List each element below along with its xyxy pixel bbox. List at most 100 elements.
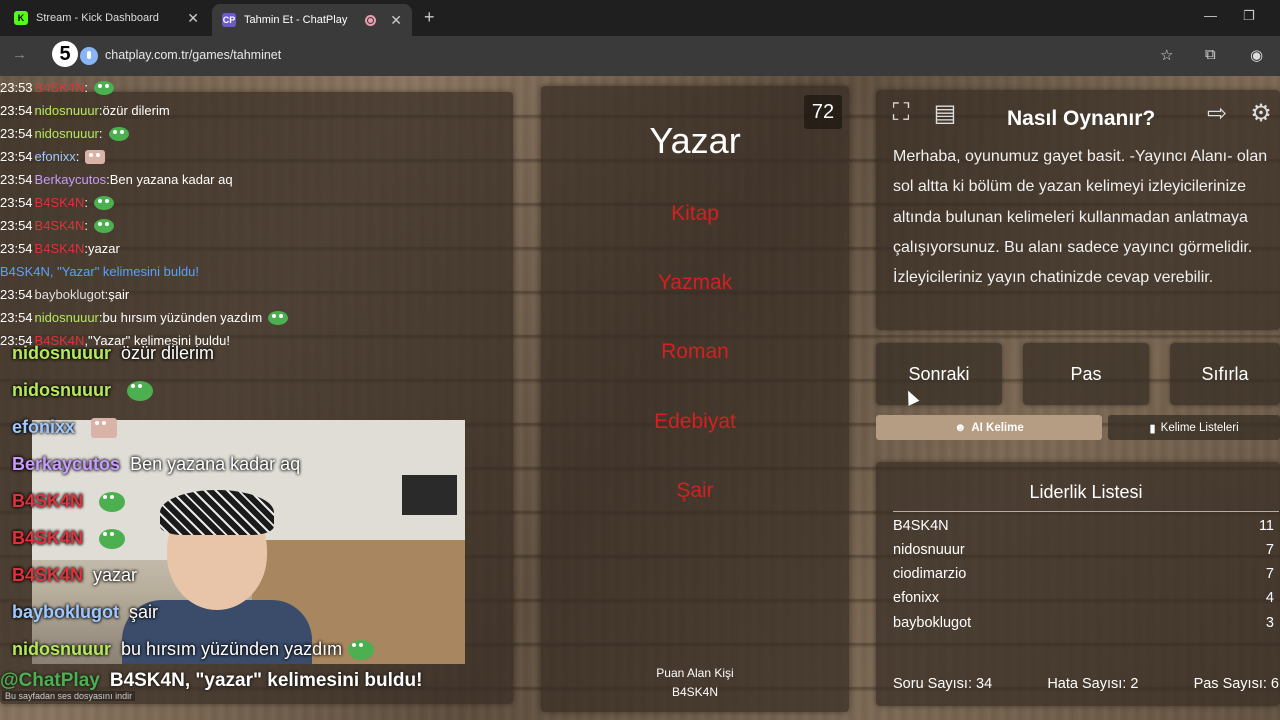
how-to-play-text: Merhaba, oyunumuz gayet basit. -Yayıncı … bbox=[893, 148, 1268, 287]
overlay-text: Ben yazana kadar aq bbox=[130, 454, 301, 474]
chat-message: 23:54 bayboklugot: şair bbox=[0, 283, 288, 306]
chat-message: 23:54 B4SK4N: bbox=[0, 191, 288, 214]
microphone-icon[interactable] bbox=[80, 47, 98, 65]
stream-chat-overlay: nidosnuuur özür dilerim nidosnuuur efonixx B… bbox=[12, 335, 375, 668]
chat-username[interactable]: B4SK4N bbox=[35, 76, 85, 99]
download-notice[interactable]: Bu sayfadan ses dosyasını indir bbox=[2, 691, 136, 701]
how-to-play-title: Nasıl Oynanır? bbox=[1007, 107, 1156, 130]
robot-icon: ☻ bbox=[954, 421, 967, 434]
overlay-username: nidosnuuur bbox=[12, 380, 111, 400]
chat-username[interactable]: Berkaycutos bbox=[35, 168, 107, 191]
scorer-label: Puan Alan Kişi bbox=[656, 666, 734, 680]
minimize-icon[interactable]: — bbox=[1204, 8, 1217, 23]
chat-separator: : bbox=[75, 149, 80, 164]
leaderboard-row: efonixx 4 bbox=[893, 590, 1274, 606]
pass-button[interactable]: Pas bbox=[1023, 343, 1149, 405]
chat-message: 23:53 B4SK4N: bbox=[0, 76, 288, 99]
overlay-text: özür dilerim bbox=[120, 343, 215, 363]
word-card: 72 Yazar Kitap Yazmak Roman Edebiyat Şai… bbox=[541, 86, 849, 712]
extensions-icon[interactable]: ⧉ bbox=[1205, 46, 1216, 63]
chat-separator: : bbox=[84, 80, 89, 95]
chat-message: 23:54 nidosnuuur: bu hırsım yüzünden yazd… bbox=[0, 306, 289, 329]
cat-emote-icon bbox=[85, 149, 106, 164]
pepe-emote-icon bbox=[99, 491, 126, 512]
chat-timestamp: 23:54 bbox=[0, 241, 33, 256]
taboo-word: Yazmak bbox=[657, 271, 733, 294]
bookmark-star-icon[interactable]: ☆ bbox=[1160, 46, 1173, 64]
chat-username[interactable]: nidosnuuur bbox=[35, 99, 99, 122]
overlay-chat-message: bayboklugot şair bbox=[12, 594, 374, 631]
chat-separator: : bbox=[84, 195, 89, 210]
chat-timestamp: 23:53 bbox=[0, 80, 33, 95]
chat-message: 23:54 B4SK4N: bbox=[0, 214, 288, 237]
overlay-username: B4SK4N bbox=[12, 565, 84, 585]
chat-username[interactable]: B4SK4N bbox=[35, 237, 85, 260]
new-tab-icon[interactable]: + bbox=[424, 7, 435, 28]
tab-kick-dashboard[interactable]: K Stream - Kick Dashboard ✕ bbox=[4, 4, 209, 32]
pepe-emote-icon bbox=[99, 528, 126, 549]
tab-label: Stream - Kick Dashboard bbox=[36, 12, 159, 24]
chat-username[interactable]: bayboklugot bbox=[35, 283, 105, 306]
pepe-emote-icon bbox=[94, 80, 115, 95]
pepe-emote-icon bbox=[94, 218, 115, 233]
chat-timestamp: 23:54 bbox=[0, 126, 33, 141]
chatplay-announcement: @ChatPlay B4SK4N, "yazar" kelimesini buld… bbox=[0, 670, 422, 692]
pepe-emote-icon bbox=[126, 380, 153, 401]
overlay-chat-message: nidosnuuur bbox=[12, 372, 374, 409]
chat-text: yazar bbox=[88, 241, 120, 256]
target-word: Yazar bbox=[649, 120, 741, 161]
taboo-word: Edebiyat bbox=[654, 410, 736, 433]
chat-message: 23:54 efonixx: bbox=[0, 145, 288, 168]
overlay-chat-message: nidosnuuur özür dilerim bbox=[12, 335, 374, 372]
chat-text: Ben yazana kadar aq bbox=[109, 172, 233, 187]
profile-avatar-icon[interactable]: ◉ bbox=[1250, 46, 1263, 64]
chat-separator: : bbox=[84, 218, 89, 233]
overlay-username: efonixx bbox=[12, 417, 76, 437]
maximize-icon[interactable]: ❐ bbox=[1243, 8, 1255, 24]
gear-icon[interactable]: ⚙ bbox=[1246, 98, 1276, 128]
chat-message: 23:54 B4SK4N: yazar bbox=[0, 237, 288, 260]
chat-username[interactable]: nidosnuuur bbox=[35, 306, 99, 329]
leaderboard-row: B4SK4N 11 bbox=[893, 518, 1274, 534]
chat-username[interactable]: B4SK4N bbox=[35, 191, 85, 214]
chat-text: şair bbox=[108, 287, 130, 302]
word-lists-button[interactable]: ▮ Kelime Listeleri bbox=[1108, 415, 1280, 440]
taboo-word: Roman bbox=[661, 340, 729, 363]
chat-timestamp: 23:54 bbox=[0, 172, 33, 187]
document-icon[interactable]: ▤ bbox=[930, 98, 960, 128]
chat-text: özür dilerim bbox=[102, 103, 170, 118]
fullscreen-icon[interactable]: ⛶ bbox=[886, 98, 916, 128]
leaderboard-panel: Liderlik Listesi B4SK4N 11 nidosnuuur 7 ci… bbox=[876, 462, 1280, 706]
close-icon[interactable]: ✕ bbox=[390, 12, 402, 29]
game-page: 23:53 B4SK4N:23:54 nidosnuuur: özür dileri… bbox=[0, 76, 1280, 720]
chat-username[interactable]: efonixx bbox=[35, 145, 76, 168]
how-to-play-panel: ⛶ ▤ Nasıl Oynanır? ⇨ ⚙ Merhaba, oyunumuz… bbox=[876, 90, 1280, 330]
chat-username[interactable]: B4SK4N bbox=[35, 214, 85, 237]
leaderboard-row: nidosnuuur 7 bbox=[893, 542, 1274, 558]
next-button[interactable]: Sonraki bbox=[876, 343, 1002, 405]
pepe-emote-icon bbox=[268, 310, 289, 325]
url-field[interactable]: chatplay.com.tr/games/tahminet bbox=[105, 48, 281, 62]
question-count: Soru Sayısı: 34 bbox=[893, 676, 993, 692]
leaderboard-title: Liderlik Listesi bbox=[893, 482, 1279, 512]
cat-emote-icon bbox=[91, 417, 118, 438]
chat-separator: : bbox=[98, 126, 103, 141]
exit-icon[interactable]: ⇨ bbox=[1202, 98, 1232, 128]
scorer-info: Puan Alan Kişi B4SK4N bbox=[541, 664, 849, 702]
overlay-chat-message: nidosnuuur bu hırsım yüzünden yazdım bbox=[12, 631, 375, 668]
reset-button[interactable]: Sıfırla bbox=[1170, 343, 1280, 405]
overlay-text: yazar bbox=[93, 565, 138, 585]
chat-username[interactable]: nidosnuuur bbox=[35, 122, 99, 145]
overlay-chat-message: B4SK4N yazar bbox=[12, 557, 374, 594]
error-count: Hata Sayısı: 2 bbox=[1047, 676, 1139, 692]
chat-system-message: B4SK4N, "Yazar" kelimesini buldu! bbox=[0, 264, 200, 279]
tab-chatplay[interactable]: CP Tahmin Et - ChatPlay ✕ bbox=[212, 4, 412, 36]
chatplay-favicon-icon: CP bbox=[222, 13, 236, 27]
ai-word-button[interactable]: ☻ AI Kelime bbox=[876, 415, 1102, 440]
close-icon[interactable]: ✕ bbox=[187, 10, 199, 27]
forward-icon[interactable]: → bbox=[12, 46, 27, 63]
pepe-emote-icon bbox=[108, 126, 129, 141]
overlay-chat-message: Berkaycutos Ben yazana kadar aq bbox=[12, 446, 374, 483]
pass-count: Pas Sayısı: 6 bbox=[1193, 676, 1279, 692]
leaderboard-row: bayboklugot 3 bbox=[893, 615, 1274, 631]
